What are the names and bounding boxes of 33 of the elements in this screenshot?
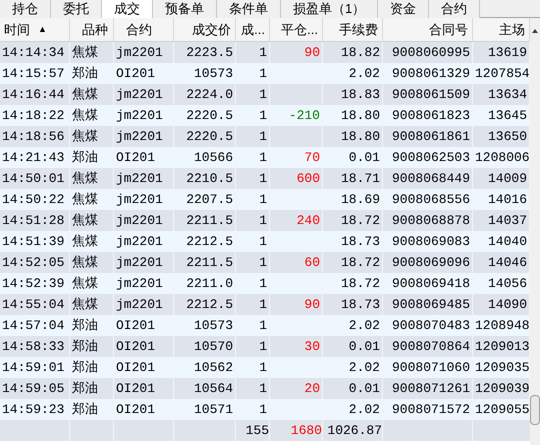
table-row[interactable]: 14:16:44 焦煤 jm2201 2224.0 1 18.83 9008061509 13634 [0, 84, 530, 105]
total-quantity: 155 [236, 420, 270, 441]
table-row[interactable]: 14:55:04 焦煤 jm2201 2212.5 1 90 18.73 9008069485 14090 [0, 294, 530, 315]
tab[interactable]: 委托 [51, 0, 102, 18]
table-row[interactable]: 14:52:05 焦煤 jm2201 2211.5 1 60 18.72 9008069096 14046 [0, 252, 530, 273]
column-header[interactable]: 时间 [4, 20, 30, 40]
table-row[interactable]: 14:51:39 焦煤 jm2201 2212.5 1 18.73 9008069083 14040 [0, 231, 530, 252]
table-row[interactable]: 14:57:04 郑油 OI201 10573 1 2.02 9008070483 1208948 [0, 315, 530, 336]
tab[interactable]: 持仓 [0, 0, 51, 18]
table-row[interactable]: 14:51:28 焦煤 jm2201 2211.5 1 240 18.72 9008068878 14037 [0, 210, 530, 231]
sort-indicator: ▲ [38, 23, 47, 36]
total-fee: 1026.87 [323, 420, 383, 441]
table-row[interactable]: 14:18:22 焦煤 jm2201 2220.5 1 -210 18.80 9008061823 13645 [0, 105, 530, 126]
table-row[interactable]: 14:18:56 焦煤 jm2201 2220.5 1 18.80 9008061861 13650 [0, 126, 530, 147]
tab[interactable]: 合约 [429, 0, 480, 18]
table-row[interactable]: 14:15:57 郑油 OI201 10573 1 2.02 9008061329 1207854 [0, 63, 530, 84]
table-row[interactable]: 14:50:22 焦煤 jm2201 2207.5 1 18.69 9008068556 14016 [0, 189, 530, 210]
table-row[interactable]: 14:59:23 郑油 OI201 10571 1 2.02 9008071572 1209055 [0, 399, 530, 420]
tab[interactable]: 预备单 [153, 0, 217, 18]
total-pnl: 1680 [270, 420, 323, 441]
table-row[interactable]: 14:59:05 郑油 OI201 10564 1 20 0.01 9008071261 1209039 [0, 378, 530, 399]
table-row[interactable]: 14:21:43 郑油 OI201 10566 1 70 0.01 9008062503 1208006 [0, 147, 530, 168]
table-row[interactable]: 14:59:01 郑油 OI201 10562 1 2.02 9008071060 1209035 [0, 357, 530, 378]
table-row[interactable]: 14:58:33 郑油 OI201 10570 1 30 0.01 9008070864 1209013 [0, 336, 530, 357]
table-row[interactable]: 14:52:39 焦煤 jm2201 2211.0 1 18.72 9008069418 14056 [0, 273, 530, 294]
table-row[interactable]: 14:50:01 焦煤 jm2201 2210.5 1 600 18.71 9008068449 14009 [0, 168, 530, 189]
tab[interactable]: 成交 [102, 0, 153, 18]
tab[interactable]: 条件单 [217, 0, 281, 18]
scrollbar[interactable] [530, 18, 540, 445]
table-row[interactable]: 14:14:34 焦煤 jm2201 2223.5 1 90 18.82 9008060995 13619 [0, 42, 530, 63]
scrollbar-thumb[interactable] [530, 395, 540, 425]
tab[interactable]: 资金 [378, 0, 430, 18]
tab[interactable]: 损盈单（1） [281, 0, 378, 18]
